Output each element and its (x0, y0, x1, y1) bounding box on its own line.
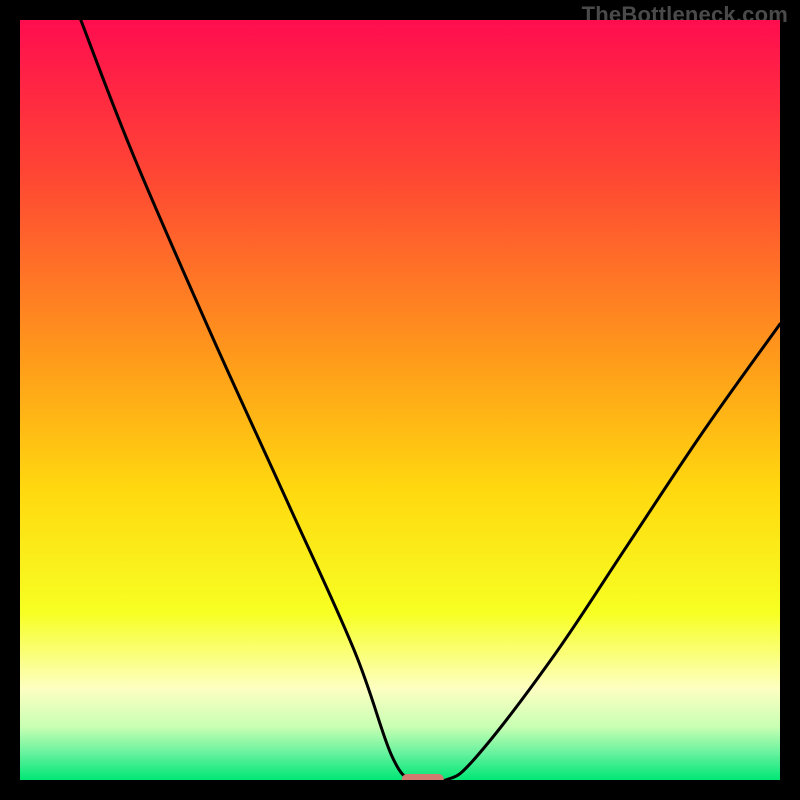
chart-frame: TheBottleneck.com (0, 0, 800, 800)
gradient-background (20, 20, 780, 780)
plot-area (20, 20, 780, 780)
chart-svg (20, 20, 780, 780)
valley-marker (402, 774, 444, 780)
